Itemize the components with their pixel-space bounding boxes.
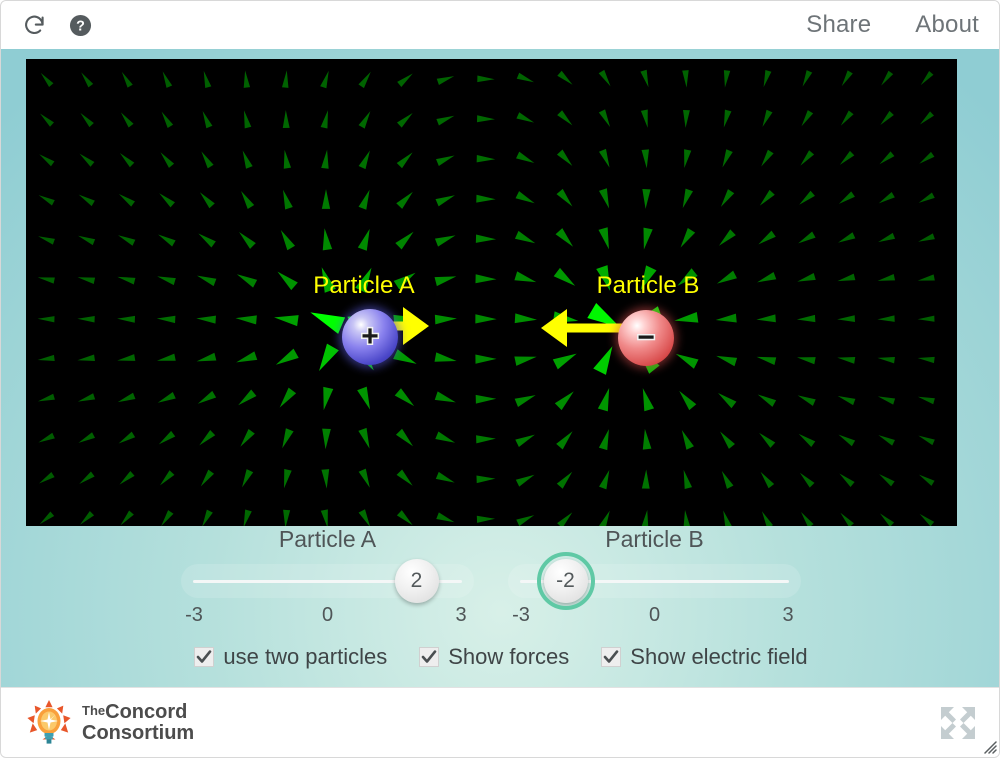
logo-the: The [82,703,106,719]
slider-a-value: 2 [410,569,423,592]
checkbox-use-two-particles[interactable]: use two particles [194,644,387,670]
top-toolbar: ? Share About [1,1,999,49]
reload-icon[interactable] [19,10,49,40]
app-window: ? Share About + − Particle A Particle B … [0,0,1000,758]
particle-a-label: Particle A [313,272,415,299]
footer-bar: TheConcord Consortium [1,687,999,757]
particle-b-label: Particle B [596,272,700,299]
slider-b-tick: 0 [648,604,661,626]
about-link[interactable]: About [915,11,979,39]
checkbox-show-forces[interactable]: Show forces [419,644,569,670]
slider-a-tick: 3 [455,604,467,626]
share-link[interactable]: Share [806,11,871,39]
concord-consortium-logo[interactable]: TheConcord Consortium [25,699,194,747]
slider-a-track[interactable]: 2 [181,559,474,603]
slider-b-value: -2 [556,569,575,592]
logo-wordmark: TheConcord Consortium [82,702,194,743]
slider-a-handle[interactable]: 2 [394,559,439,603]
slider-a-tick: 0 [321,604,334,626]
particle-a[interactable]: + [342,309,398,365]
particle-b-charge-sign: − [636,321,656,354]
lightbulb-sunburst-icon [27,699,71,744]
force-arrows-layer [347,307,623,347]
particle-a-charge-sign: + [360,320,380,353]
checkbox-label: use two particles [223,644,388,669]
controls-area: Particle A 2 -3 0 3 Particle B -2 -3 0 3… [1,526,999,689]
checkbox-box[interactable] [419,647,440,667]
slider-a-title: Particle A [278,526,377,552]
logo-concord: Concord [105,701,188,724]
slider-group-particle-b: Particle B -2 -3 0 3 [508,526,801,630]
checkmark-icon [197,650,212,663]
slider-b-handle[interactable]: -2 [536,552,595,610]
slider-b-track[interactable]: -2 [508,552,801,610]
help-icon[interactable]: ? [65,10,95,40]
checkbox-box[interactable] [601,647,622,667]
checkbox-show-electric-field[interactable]: Show electric field [601,644,808,670]
fullscreen-expand-icon[interactable] [935,702,981,744]
particle-b[interactable]: − [618,310,674,366]
slider-a-tick: -3 [185,604,203,626]
slider-b-ticks: -3 0 3 [508,604,801,630]
simulation-body: + − Particle A Particle B Particle A 2 -… [1,49,999,689]
slider-b-title: Particle B [605,526,704,552]
resize-grip-icon[interactable] [981,738,997,754]
checkbox-box[interactable] [194,647,215,667]
simulation-canvas[interactable]: + − Particle A Particle B [26,59,957,526]
checkmark-icon [421,650,437,663]
checkbox-label: Show electric field [630,644,808,669]
slider-b-tick: -3 [512,604,530,626]
slider-a-ticks: -3 0 3 [181,604,474,630]
checkbox-row: use two particles Show forces Show electri… [1,644,999,670]
checkmark-icon [603,650,619,663]
slider-b-tick: 3 [782,604,794,626]
logo-line-2: Consortium [82,721,195,744]
svg-text:?: ? [76,18,85,34]
checkbox-label: Show forces [448,644,570,669]
slider-group-particle-a: Particle A 2 -3 0 3 [181,526,474,630]
force-arrow-particle-B [541,309,623,347]
logo-line-1: TheConcord [82,702,194,722]
